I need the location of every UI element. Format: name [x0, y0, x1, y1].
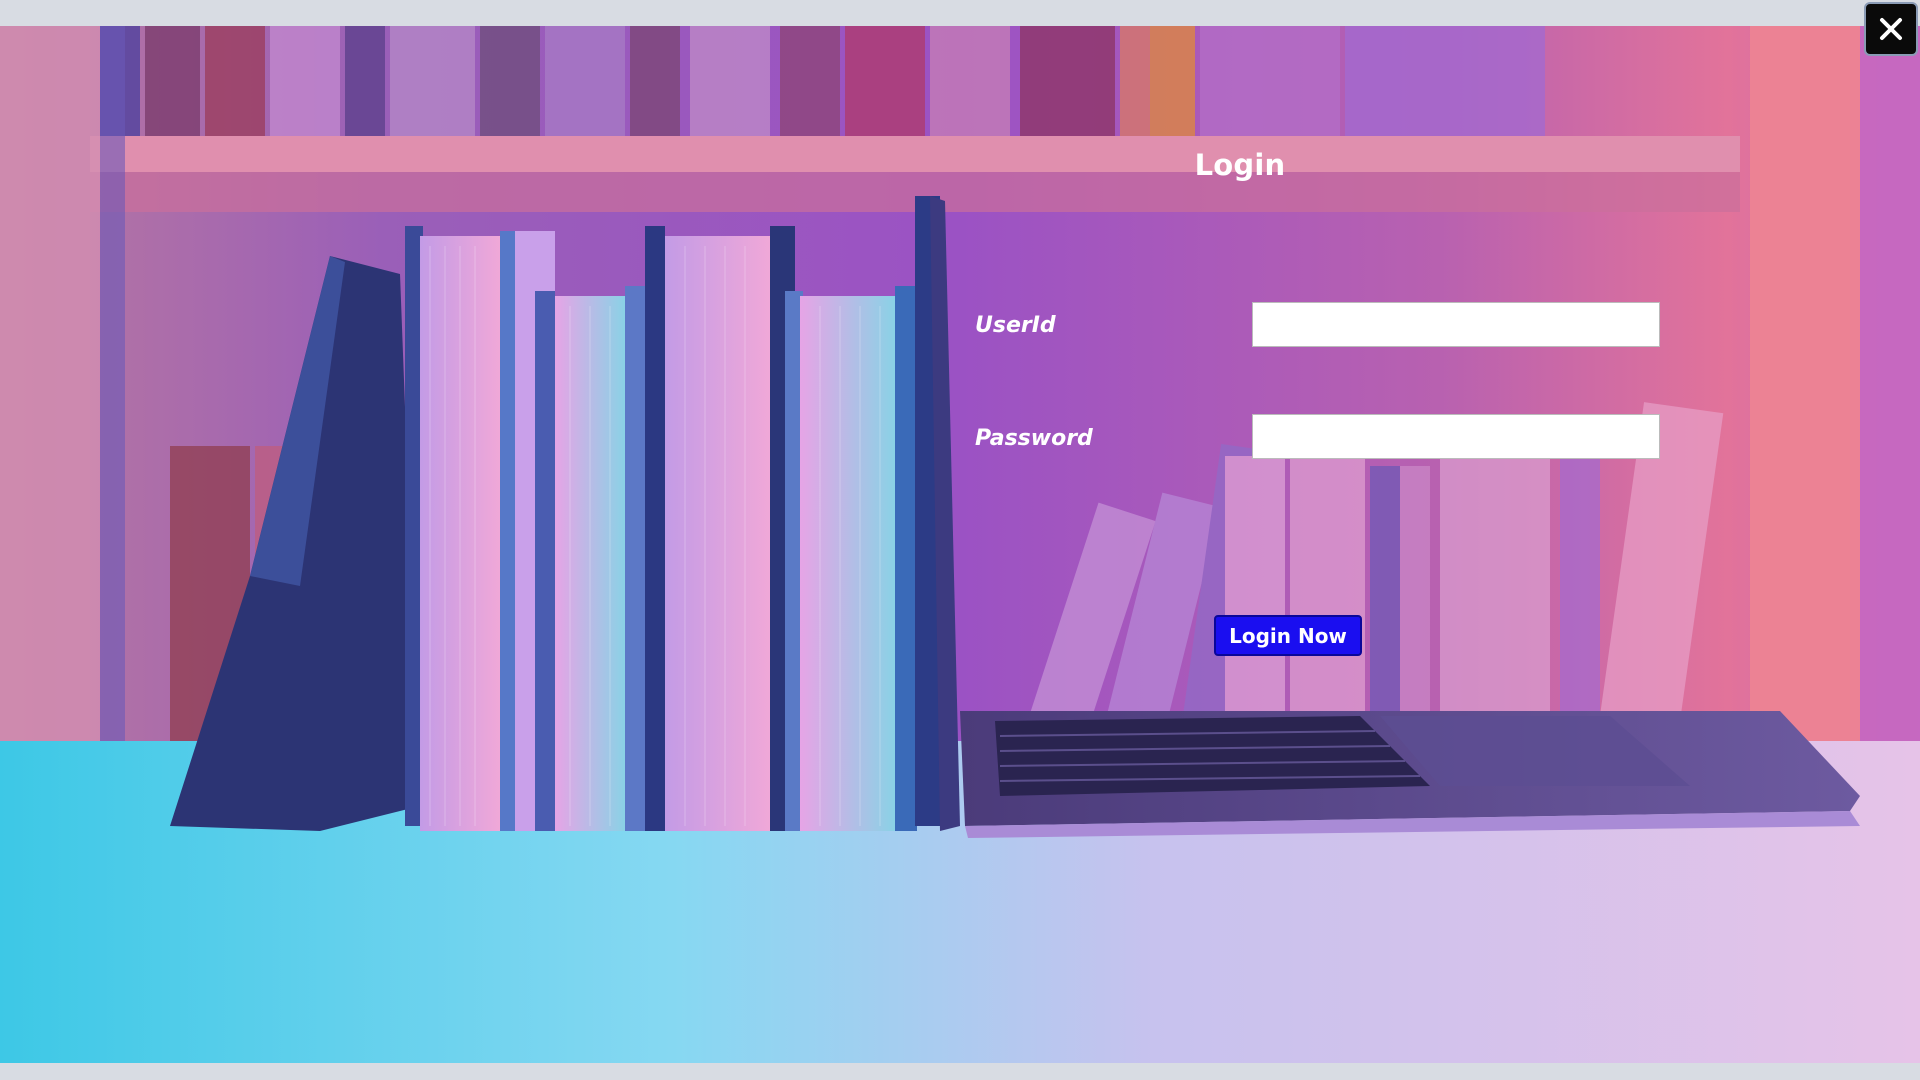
window-top-bar — [0, 0, 1920, 26]
password-input[interactable] — [1252, 414, 1660, 459]
password-label: Password — [975, 426, 1093, 451]
close-icon — [1880, 18, 1902, 40]
bookshelf-laptop-photo — [0, 26, 1920, 1063]
userid-input[interactable] — [1252, 302, 1660, 347]
close-button[interactable] — [1864, 2, 1918, 56]
login-title: Login — [1194, 148, 1286, 182]
userid-label: UserId — [975, 313, 1056, 338]
background-image — [0, 26, 1920, 1063]
app-window: Login UserId Password Login Now — [0, 0, 1920, 1080]
window-bottom-bar — [0, 1063, 1920, 1080]
login-now-button[interactable]: Login Now — [1214, 615, 1362, 656]
